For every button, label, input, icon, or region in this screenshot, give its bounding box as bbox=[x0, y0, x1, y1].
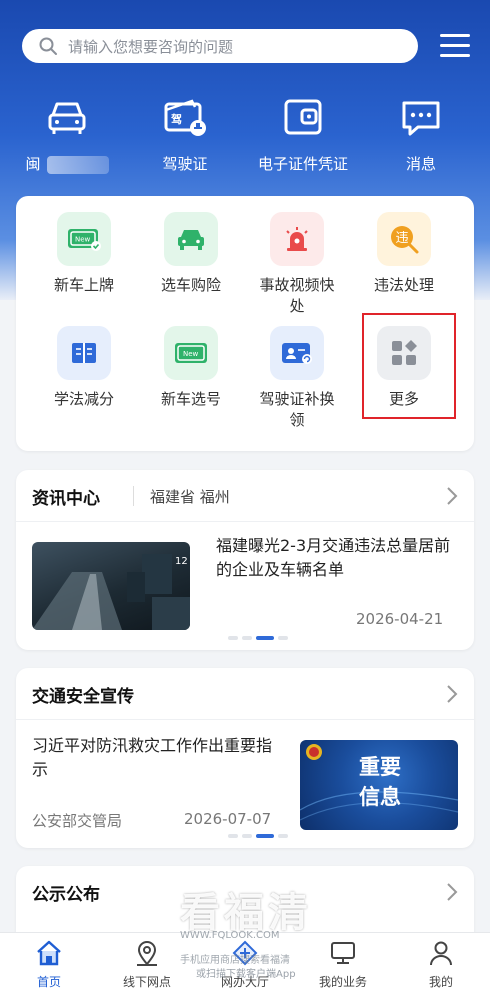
news-center-card: 资讯中心 福建省 福州 12 福建曝光2-3月交通违法总量居前的企业及车辆名单 … bbox=[16, 470, 474, 650]
news-title: 福建曝光2-3月交通违法总量居前的企业及车辆名单 bbox=[216, 536, 451, 579]
search-placeholder: 请输入您想要咨询的问题 bbox=[68, 37, 234, 56]
carousel-indicator bbox=[228, 636, 288, 640]
safety-thumb-text: 重要信息 bbox=[359, 755, 401, 809]
highlight-box bbox=[362, 313, 456, 419]
home-icon bbox=[37, 940, 61, 966]
menu-icon[interactable] bbox=[440, 34, 470, 58]
search-bar[interactable]: 请输入您想要咨询的问题 bbox=[22, 29, 418, 63]
top-nav-e-certificate[interactable]: 电子证件凭证 bbox=[248, 95, 358, 174]
service-label: 驾驶证补换领 bbox=[259, 390, 335, 429]
tab-label: 首页 bbox=[36, 975, 61, 989]
tab-my-business[interactable]: 我的业务 bbox=[294, 939, 392, 990]
top-nav-license[interactable]: 驾 驾驶证 bbox=[130, 95, 240, 174]
location-icon bbox=[137, 941, 157, 966]
plate-number-masked bbox=[46, 155, 109, 174]
svg-text:New: New bbox=[183, 350, 199, 358]
service-new-plate[interactable]: New 新车上牌 bbox=[34, 212, 134, 296]
news-date: 2026-04-21 bbox=[356, 610, 444, 628]
wallet-icon bbox=[284, 99, 322, 135]
top-nav-messages-label: 消息 bbox=[405, 155, 436, 173]
svg-text:New: New bbox=[75, 236, 91, 244]
service-label: 事故视频快处 bbox=[259, 276, 335, 315]
watermark-line2: 手机应用商店搜索看福清 bbox=[180, 955, 290, 966]
top-nav: 闽 驾 驾驶证 电子证件凭证 消息 bbox=[0, 95, 490, 175]
car-icon bbox=[48, 102, 86, 134]
service-label: 新车上牌 bbox=[53, 276, 114, 294]
violation-icon: 违 bbox=[377, 212, 431, 266]
service-license-renew[interactable]: 驾驶证补换领 bbox=[247, 326, 347, 431]
safety-header[interactable]: 交通安全宣传 bbox=[16, 668, 474, 720]
svg-text:驾: 驾 bbox=[170, 112, 182, 126]
news-center-header[interactable]: 资讯中心 福建省 福州 bbox=[16, 470, 474, 522]
watermark-line3: 或扫描下载客户端App bbox=[196, 969, 296, 980]
service-accident-video[interactable]: 事故视频快处 bbox=[247, 212, 347, 317]
chevron-right-icon[interactable] bbox=[446, 486, 458, 506]
tab-label: 我的 bbox=[428, 975, 453, 989]
safety-item-title: 习近平对防汛救灾工作作出重要指示 bbox=[32, 736, 273, 779]
service-label: 学法减分 bbox=[53, 390, 114, 408]
top-nav-e-certificate-label: 电子证件凭证 bbox=[257, 155, 348, 173]
book-icon bbox=[57, 326, 111, 380]
safety-item[interactable]: 习近平对防汛救灾工作作出重要指示 公安部交管局 2026-07-07 重要信息 bbox=[16, 720, 474, 848]
tab-label: 我的业务 bbox=[318, 975, 367, 989]
tab-label: 线下网点 bbox=[122, 975, 171, 989]
search-icon bbox=[39, 37, 57, 55]
news-item[interactable]: 12 福建曝光2-3月交通违法总量居前的企业及车辆名单 2026-04-21 bbox=[16, 522, 474, 650]
message-icon bbox=[402, 101, 440, 136]
service-grid: New 新车上牌 选车购险 事故视频快处 违 违法处理 学法减分 New 新车选… bbox=[16, 196, 474, 451]
service-car-insurance[interactable]: 选车购险 bbox=[141, 212, 241, 296]
tab-mine[interactable]: 我的 bbox=[392, 939, 490, 990]
top-nav-license-label: 驾驶证 bbox=[162, 155, 208, 173]
carousel-indicator bbox=[228, 834, 288, 838]
safety-item-date: 2026-07-07 bbox=[184, 810, 272, 828]
service-violation[interactable]: 违 违法处理 bbox=[354, 212, 454, 296]
news-thumbnail: 12 bbox=[32, 542, 190, 630]
service-label: 选车购险 bbox=[160, 276, 221, 294]
chevron-right-icon[interactable] bbox=[446, 882, 458, 902]
monitor-icon bbox=[331, 942, 355, 964]
safety-title: 交通安全宣传 bbox=[32, 687, 134, 707]
alarm-icon bbox=[270, 212, 324, 266]
service-label: 新车选号 bbox=[160, 390, 221, 408]
tab-home[interactable]: 首页 bbox=[0, 939, 98, 990]
news-center-title: 资讯中心 bbox=[32, 489, 100, 509]
safety-item-source: 公安部交管局 bbox=[32, 812, 123, 830]
safety-card: 交通安全宣传 习近平对防汛救灾工作作出重要指示 公安部交管局 2026-07-0… bbox=[16, 668, 474, 848]
chevron-right-icon[interactable] bbox=[446, 684, 458, 704]
safety-thumbnail: 重要信息 bbox=[300, 740, 458, 830]
user-icon bbox=[430, 941, 452, 966]
svg-text:12: 12 bbox=[175, 556, 188, 567]
top-nav-messages[interactable]: 消息 bbox=[366, 95, 476, 174]
service-label: 违法处理 bbox=[373, 276, 434, 294]
svg-text:违: 违 bbox=[396, 231, 409, 246]
notice-title: 公示公布 bbox=[32, 885, 100, 905]
watermark-url: WWW.FQLOOK.COM bbox=[180, 930, 280, 941]
service-plate-select[interactable]: New 新车选号 bbox=[141, 326, 241, 410]
id-card-icon bbox=[270, 326, 324, 380]
car-insurance-icon bbox=[164, 212, 218, 266]
region-selector[interactable]: 福建省 福州 bbox=[150, 486, 230, 507]
divider bbox=[133, 486, 134, 506]
license-icon: 驾 bbox=[164, 99, 206, 136]
top-nav-vehicle[interactable]: 闽 bbox=[12, 95, 122, 174]
service-study-law[interactable]: 学法减分 bbox=[34, 326, 134, 410]
plate-select-icon: New bbox=[164, 326, 218, 380]
new-plate-icon: New bbox=[57, 212, 111, 266]
plate-prefix: 闽 bbox=[25, 155, 41, 173]
